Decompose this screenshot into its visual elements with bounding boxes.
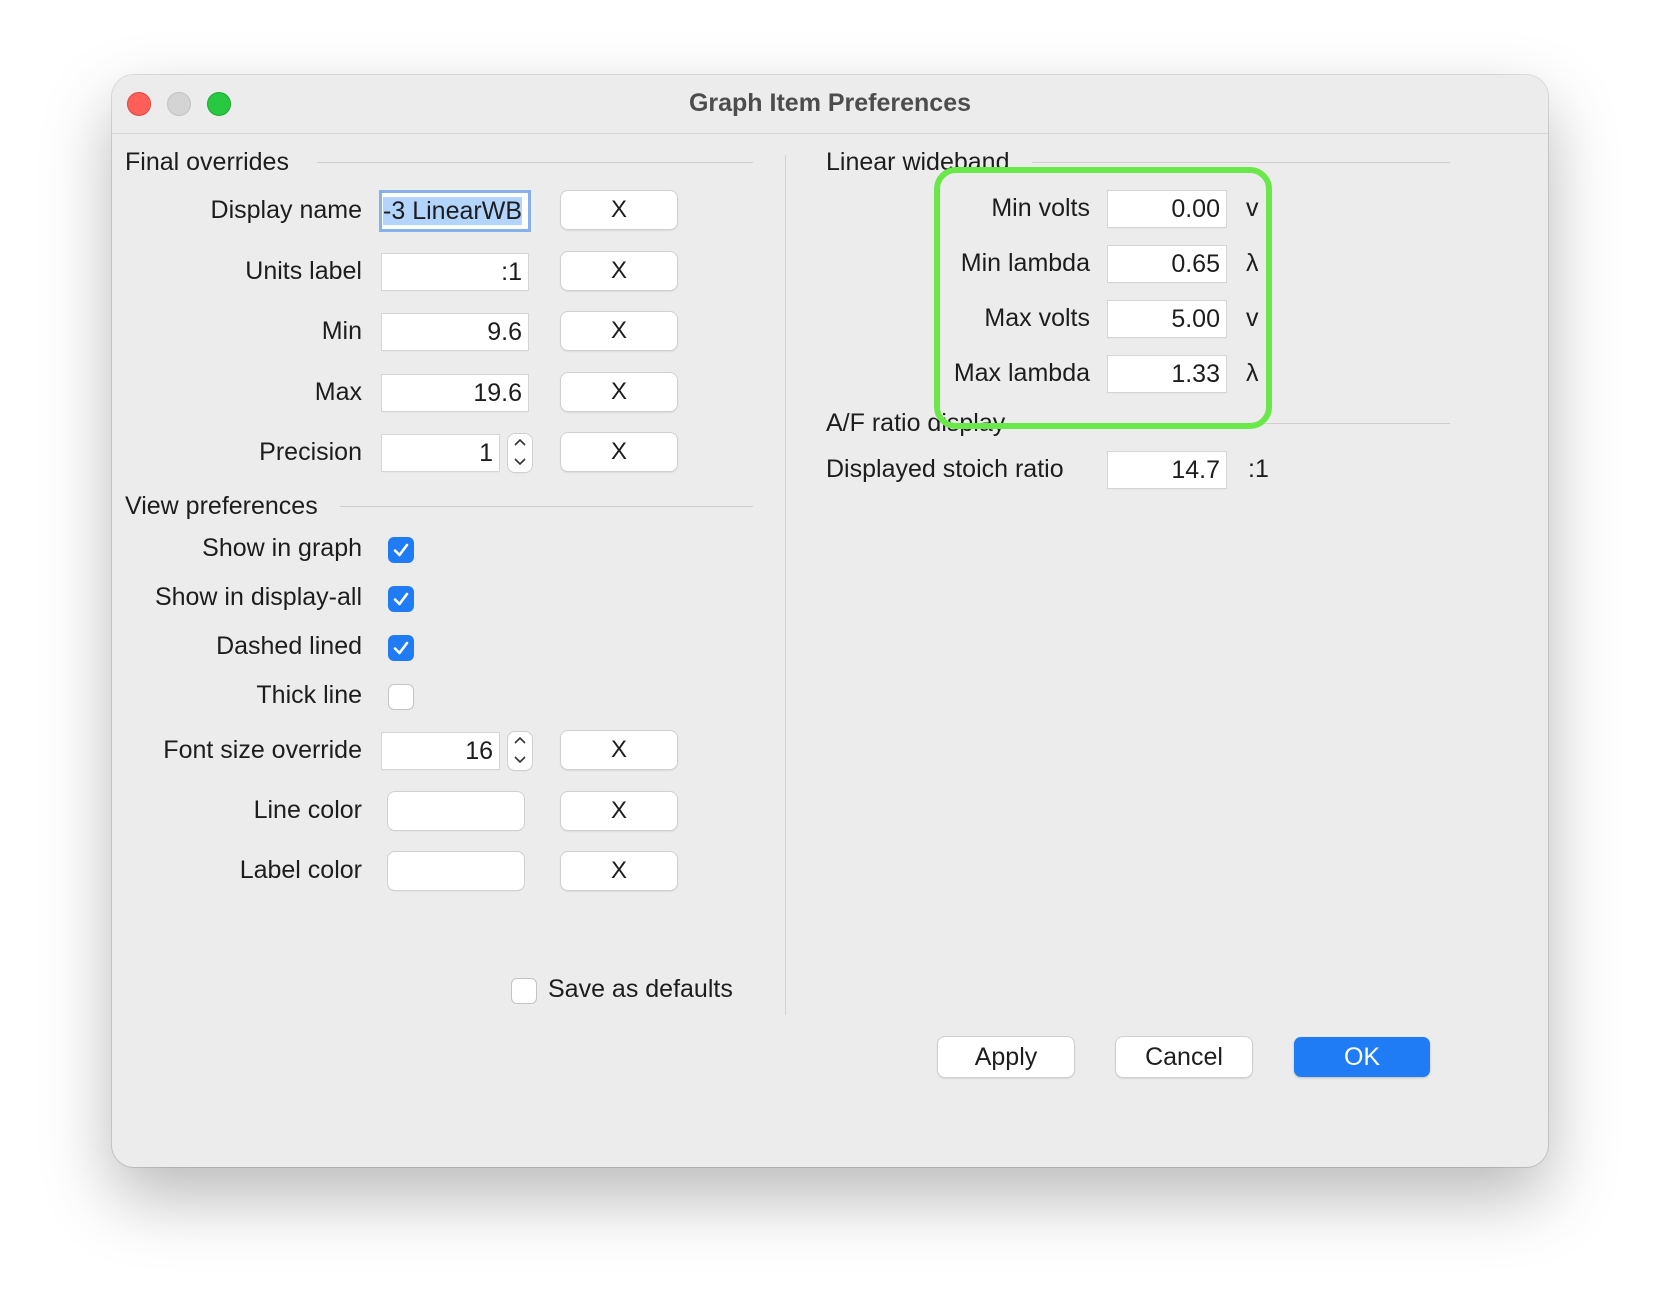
clear-precision-button[interactable]: X (561, 433, 677, 471)
save-as-defaults-label: Save as defaults (548, 975, 733, 1003)
cancel-button[interactable]: Cancel (1116, 1037, 1252, 1077)
clear-max-button[interactable]: X (561, 373, 677, 411)
max-label: Max (314, 378, 362, 406)
preferences-dialog: Graph Item Preferences Final overrides D… (112, 75, 1548, 1167)
line-color-label: Line color (253, 796, 362, 824)
save-as-defaults-checkbox[interactable] (511, 978, 537, 1004)
units-label-field[interactable]: :1 (382, 254, 528, 290)
checkmark-icon (393, 641, 409, 655)
title-bar: Graph Item Preferences (112, 75, 1548, 134)
column-divider (785, 155, 786, 1015)
label-color-swatch[interactable] (388, 852, 524, 890)
font-size-override-field[interactable]: 16 (382, 733, 499, 769)
clear-label-color-button[interactable]: X (561, 852, 677, 890)
display-name-label: Display name (210, 196, 362, 224)
precision-label: Precision (259, 438, 362, 466)
thick-line-checkbox[interactable] (388, 684, 414, 710)
stoich-ratio-unit: :1 (1248, 455, 1269, 483)
show-in-graph-checkbox[interactable] (388, 537, 414, 563)
line-color-swatch[interactable] (388, 792, 524, 830)
show-in-display-all-label: Show in display-all (154, 583, 362, 611)
thick-line-label: Thick line (256, 681, 362, 709)
clear-line-color-button[interactable]: X (561, 792, 677, 830)
show-in-display-all-checkbox[interactable] (388, 586, 414, 612)
clear-min-button[interactable]: X (561, 312, 677, 350)
label-color-label: Label color (239, 856, 362, 884)
ok-button[interactable]: OK (1294, 1037, 1430, 1077)
units-label-label: Units label (245, 257, 362, 285)
stepper-arrows-icon (514, 438, 526, 466)
view-preferences-rule (340, 506, 753, 507)
display-name-field[interactable]: -3 LinearWB (382, 193, 528, 229)
final-overrides-rule (317, 162, 753, 163)
font-size-stepper[interactable] (508, 732, 532, 770)
precision-field[interactable]: 1 (382, 435, 499, 471)
view-preferences-heading: View preferences (125, 492, 318, 520)
precision-stepper[interactable] (508, 434, 532, 472)
clear-font-size-button[interactable]: X (561, 731, 677, 769)
font-size-override-label: Font size override (163, 736, 362, 764)
apply-button[interactable]: Apply (938, 1037, 1074, 1077)
stoich-ratio-field[interactable]: 14.7 (1108, 452, 1226, 488)
max-field[interactable]: 19.6 (382, 375, 528, 411)
stoich-ratio-label: Displayed stoich ratio (826, 455, 1064, 483)
display-name-value: -3 LinearWB (383, 197, 522, 225)
window-title: Graph Item Preferences (688, 89, 972, 117)
dashed-lined-checkbox[interactable] (388, 635, 414, 661)
stepper-arrows-icon (514, 736, 526, 764)
min-label: Min (321, 317, 362, 345)
linear-wideband-rule (1032, 162, 1450, 163)
clear-units-label-button[interactable]: X (561, 252, 677, 290)
checkmark-icon (393, 592, 409, 606)
clear-display-name-button[interactable]: X (561, 191, 677, 229)
min-field[interactable]: 9.6 (382, 314, 528, 350)
show-in-graph-label: Show in graph (202, 534, 362, 562)
final-overrides-heading: Final overrides (125, 148, 289, 176)
annotation-highlight (934, 167, 1272, 429)
dashed-lined-label: Dashed lined (216, 632, 362, 660)
checkmark-icon (393, 543, 409, 557)
